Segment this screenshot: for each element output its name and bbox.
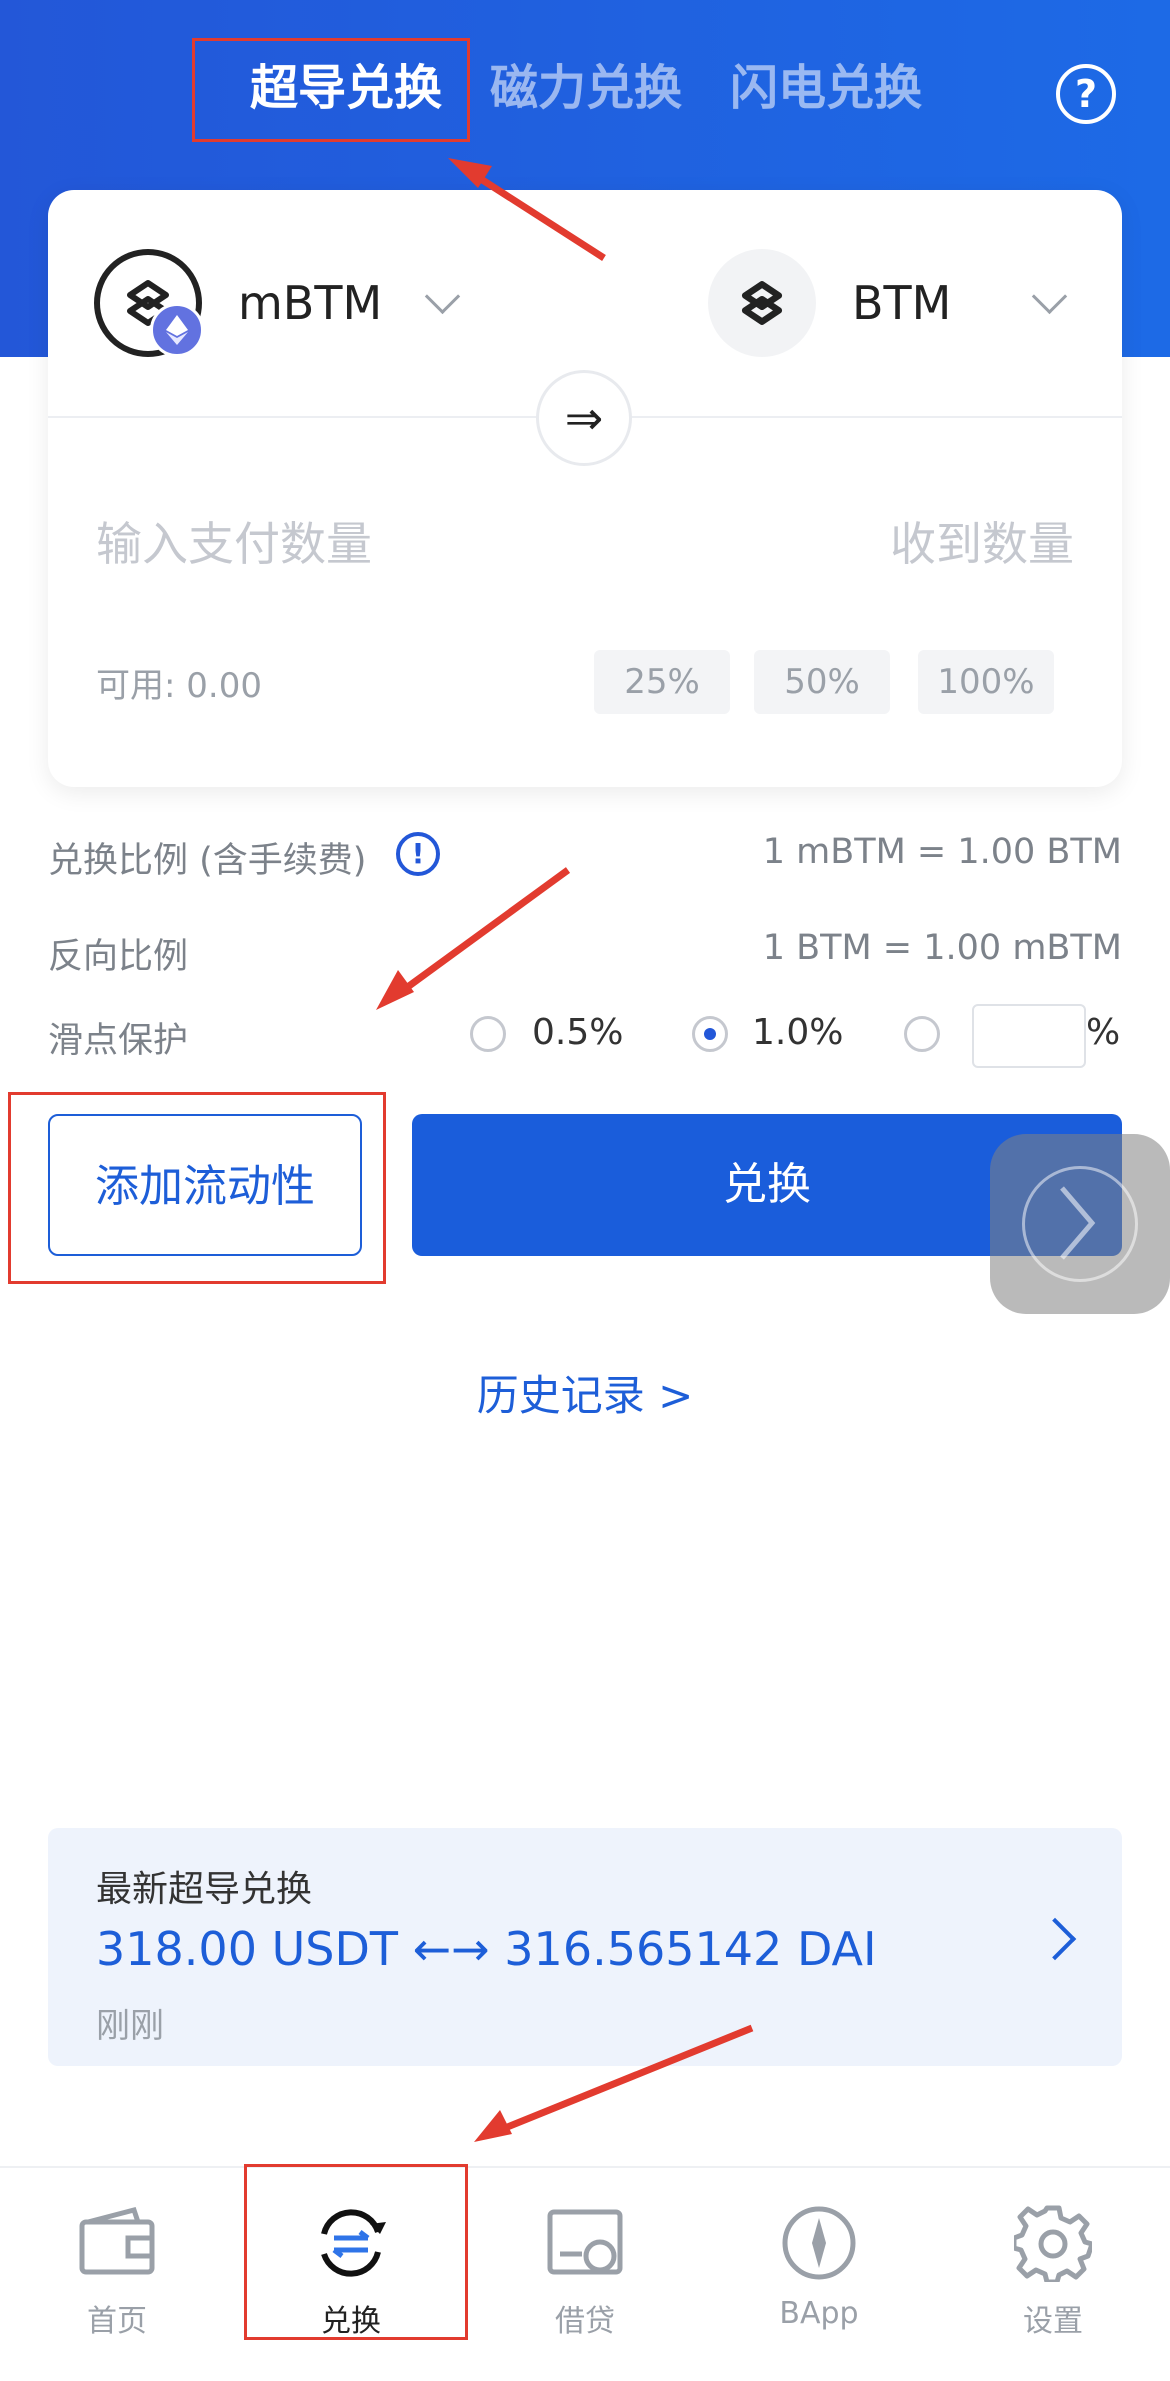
percent-100-button[interactable]: 100% — [918, 650, 1054, 714]
tab-label: 首页 — [87, 2304, 147, 2339]
ethereum-badge-icon — [150, 303, 204, 357]
latest-swap-title: 最新超导兑换 — [96, 1869, 313, 1910]
slippage-label: 滑点保护 — [48, 1021, 189, 1061]
slippage-unit: % — [1086, 1012, 1121, 1053]
pay-amount-input[interactable]: 输入支付数量 — [96, 508, 372, 574]
rate-value: 1 mBTM = 1.00 BTM — [762, 832, 1122, 872]
receive-amount-field: 收到数量 — [890, 517, 1074, 571]
percent-50-button[interactable]: 50% — [754, 650, 890, 714]
info-icon[interactable]: ! — [396, 832, 440, 876]
help-icon[interactable]: ? — [1056, 64, 1116, 124]
loan-icon — [547, 2209, 623, 2275]
pay-token-name: mBTM — [238, 276, 383, 330]
annotation-box — [8, 1092, 386, 1284]
reverse-rate-label: 反向比例 — [48, 937, 189, 977]
latest-swap-card[interactable]: 最新超导兑换 318.00 USDT ←→ 316.565142 DAI 刚刚 — [48, 1828, 1122, 2066]
tab-settings[interactable]: 设置 — [936, 2196, 1170, 2346]
tab-magnetic-swap[interactable]: 磁力兑换 — [490, 58, 682, 118]
slippage-radio-0-5[interactable] — [470, 1016, 506, 1052]
tab-label: 借贷 — [555, 2304, 615, 2339]
available-balance: 可用: 0.00 — [96, 666, 262, 706]
floating-assistive-button[interactable] — [990, 1134, 1170, 1314]
percent-25-button[interactable]: 25% — [594, 650, 730, 714]
tab-bapp[interactable]: BApp — [702, 2196, 936, 2346]
latest-swap-time: 刚刚 — [96, 2006, 164, 2046]
receive-token-selector[interactable]: BTM — [708, 248, 1068, 358]
reverse-rate-value: 1 BTM = 1.00 mBTM — [762, 928, 1122, 968]
bottom-tab-bar: 首页 兑换 借贷 BApp 设置 — [0, 2166, 1170, 2381]
receive-token-name: BTM — [852, 276, 952, 330]
tab-label: 设置 — [1023, 2304, 1083, 2339]
compass-icon — [782, 2206, 856, 2280]
chevron-down-icon — [424, 278, 461, 314]
mbtm-token-icon — [94, 249, 204, 357]
tab-home[interactable]: 首页 — [0, 2196, 234, 2346]
chevron-right-icon — [1033, 1917, 1077, 1961]
swap-card: mBTM BTM ⇒ 输入支付数量 收到数量 可用: 0.00 25% 50% … — [48, 190, 1122, 787]
chevron-right-icon — [1060, 1186, 1096, 1260]
latest-swap-pair: 318.00 USDT ←→ 316.565142 DAI — [96, 1922, 877, 1976]
slippage-option-label: 1.0% — [752, 1012, 844, 1053]
chevron-down-icon — [1032, 278, 1068, 314]
tab-loan[interactable]: 借贷 — [468, 2196, 702, 2346]
btm-token-icon — [708, 249, 816, 357]
annotation-box — [192, 38, 470, 142]
swap-direction-icon[interactable]: ⇒ — [536, 370, 632, 466]
rate-label: 兑换比例 (含手续费) — [48, 841, 367, 881]
slippage-option-label: 0.5% — [532, 1012, 624, 1053]
slippage-radio-1-0[interactable] — [692, 1016, 728, 1052]
exchange-mode-tabs: 超导兑换 磁力兑换 闪电兑换 — [0, 50, 1170, 130]
annotation-box — [244, 2164, 468, 2340]
tab-label: BApp — [779, 2296, 859, 2331]
wallet-icon — [79, 2206, 155, 2275]
pay-token-selector[interactable]: mBTM — [94, 248, 461, 358]
gear-icon — [1014, 2205, 1092, 2282]
history-link[interactable]: 历史记录 > — [0, 1362, 1170, 1423]
tab-lightning-swap[interactable]: 闪电兑换 — [730, 58, 922, 118]
slippage-custom-input[interactable] — [972, 1004, 1086, 1068]
slippage-radio-custom[interactable] — [904, 1016, 940, 1052]
